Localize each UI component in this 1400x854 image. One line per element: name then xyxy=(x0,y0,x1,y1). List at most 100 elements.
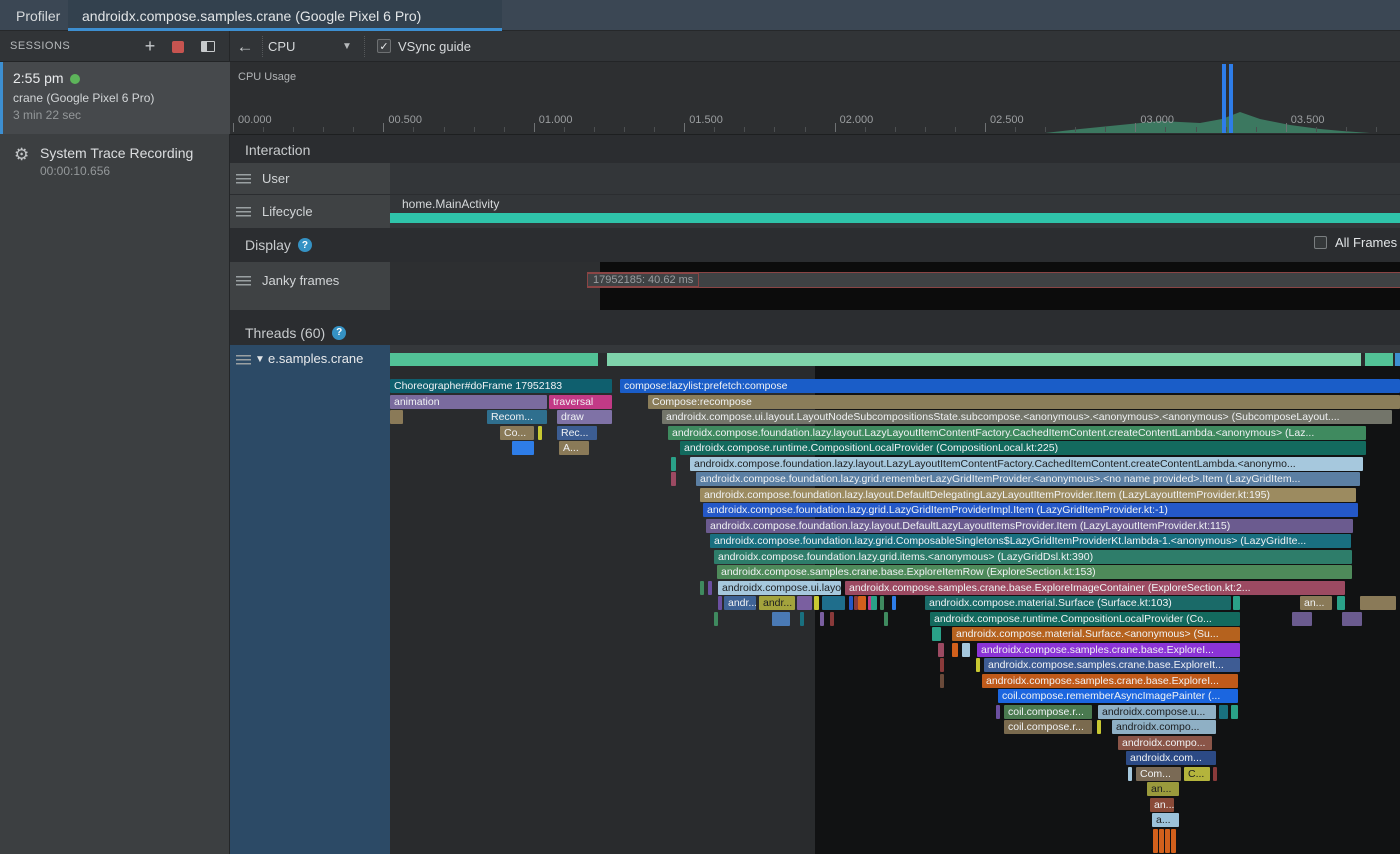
flame-segment[interactable]: androidx.compose.foundation.lazy.layout.… xyxy=(668,426,1366,440)
vsync-guide-checkbox[interactable]: ✓ xyxy=(377,39,391,53)
flame-segment-chip[interactable] xyxy=(820,612,824,626)
flame-segment-chip[interactable] xyxy=(932,627,941,641)
flame-segment-chip[interactable] xyxy=(700,581,704,595)
flame-segment-chip[interactable] xyxy=(1165,829,1170,853)
tab-profiler[interactable]: Profiler xyxy=(0,0,76,31)
flame-segment[interactable]: androidx.compose.foundation.lazy.grid.re… xyxy=(696,472,1360,486)
flame-segment-chip[interactable] xyxy=(976,658,980,672)
flame-segment[interactable]: A... xyxy=(559,441,589,455)
flame-segment-chip[interactable] xyxy=(1171,829,1176,853)
flame-segment-chip[interactable] xyxy=(1159,829,1164,853)
flame-segment[interactable]: traversal xyxy=(549,395,612,409)
flame-segment[interactable]: andr... xyxy=(724,596,756,610)
flame-segment[interactable]: coil.compose.r... xyxy=(1004,705,1092,719)
flame-segment-chip[interactable] xyxy=(797,596,812,610)
flame-segment[interactable]: androidx.com... xyxy=(1126,751,1216,765)
lifecycle-track-label[interactable]: Lifecycle xyxy=(230,195,390,228)
flame-segment[interactable]: androidx.compose.samples.crane.base.Expl… xyxy=(717,565,1352,579)
flame-segment-chip[interactable] xyxy=(772,612,790,626)
expand-triangle-icon[interactable]: ▼ xyxy=(255,354,265,365)
flame-segment[interactable]: androidx.compose.samples.crane.base.Expl… xyxy=(984,658,1240,672)
flame-segment[interactable]: androidx.compose.foundation.lazy.grid.Co… xyxy=(710,534,1351,548)
flame-segment-chip[interactable] xyxy=(830,612,834,626)
drag-handle-icon[interactable] xyxy=(236,207,251,218)
flame-segment[interactable]: androidx.compo... xyxy=(1112,720,1216,734)
flame-segment-chip[interactable] xyxy=(938,643,944,657)
thread-flame-chart[interactable]: Choreographer#doFrame 17952183compose:la… xyxy=(390,345,1400,854)
lifecycle-activity-bar[interactable] xyxy=(390,213,1400,223)
cpu-usage-track[interactable]: CPU Usage 00.00000.50001.00001.50002.000… xyxy=(230,62,1400,135)
flame-segment[interactable]: androidx.compose.runtime.CompositionLoca… xyxy=(680,441,1366,455)
flame-segment-chip[interactable] xyxy=(800,612,804,626)
flame-segment[interactable]: coil.compose.rememberAsyncImagePainter (… xyxy=(998,689,1238,703)
flame-segment-chip[interactable] xyxy=(1153,829,1158,853)
flame-segment[interactable]: androidx.compo... xyxy=(1118,736,1212,750)
collapse-panel-icon[interactable] xyxy=(196,31,220,62)
back-arrow-icon[interactable]: ← xyxy=(232,31,258,62)
thread-state-segment[interactable] xyxy=(1365,353,1393,366)
flame-segment[interactable]: Choreographer#doFrame 17952183 xyxy=(390,379,612,393)
flame-segment[interactable]: androidx.compose.ui.layout.LayoutNodeSub… xyxy=(662,410,1392,424)
flame-segment-chip[interactable] xyxy=(714,612,718,626)
recording-entry[interactable]: ⚙ System Trace Recording 00:00:10.656 xyxy=(0,134,230,182)
flame-segment-chip[interactable] xyxy=(940,658,944,672)
flame-segment[interactable]: androidx.compose.runtime.CompositionLoca… xyxy=(930,612,1240,626)
flame-segment[interactable]: Rec... xyxy=(557,426,597,440)
add-session-icon[interactable]: + xyxy=(138,31,162,62)
flame-segment-chip[interactable] xyxy=(1360,596,1396,610)
flame-segment-chip[interactable] xyxy=(1213,767,1217,781)
flame-segment-chip[interactable] xyxy=(708,581,712,595)
janky-track-label[interactable]: Janky frames xyxy=(230,262,390,310)
flame-segment-chip[interactable] xyxy=(871,596,877,610)
tab-session[interactable]: androidx.compose.samples.crane (Google P… xyxy=(68,0,502,31)
flame-segment-chip[interactable] xyxy=(512,441,534,455)
flame-segment-chip[interactable] xyxy=(884,612,888,626)
flame-segment-chip[interactable] xyxy=(1233,596,1240,610)
all-frames-checkbox[interactable] xyxy=(1314,236,1327,249)
drag-handle-icon[interactable] xyxy=(236,276,251,287)
flame-segment[interactable]: draw xyxy=(557,410,612,424)
flame-segment-chip[interactable] xyxy=(962,643,970,657)
flame-segment[interactable]: C... xyxy=(1184,767,1210,781)
flame-segment-chip[interactable] xyxy=(1337,596,1345,610)
flame-segment[interactable]: coil.compose.r... xyxy=(1004,720,1092,734)
flame-segment-chip[interactable] xyxy=(858,596,866,610)
flame-segment[interactable]: androidx.compose.samples.crane.base.Expl… xyxy=(845,581,1345,595)
thread-state-segment[interactable] xyxy=(1395,353,1400,366)
flame-segment[interactable]: androidx.compose.foundation.lazy.grid.La… xyxy=(703,503,1358,517)
flame-segment[interactable]: androidx.compose.material.Surface (Surfa… xyxy=(925,596,1231,610)
flame-segment[interactable]: androidx.compose.ui.layout.m... xyxy=(718,581,841,595)
dropdown-caret-icon[interactable]: ▼ xyxy=(342,31,358,62)
flame-segment-chip[interactable] xyxy=(814,596,819,610)
flame-segment[interactable]: androidx.compose.foundation.lazy.layout.… xyxy=(706,519,1353,533)
flame-segment-chip[interactable] xyxy=(1342,612,1362,626)
thread-label-panel[interactable]: ▼ e.samples.crane xyxy=(230,345,390,854)
user-track-label[interactable]: User xyxy=(230,163,390,194)
flame-segment-chip[interactable] xyxy=(718,596,722,610)
flame-segment[interactable]: animation xyxy=(390,395,547,409)
flame-segment-chip[interactable] xyxy=(1219,705,1228,719)
flame-segment[interactable]: an... xyxy=(1300,596,1332,610)
flame-segment-chip[interactable] xyxy=(1097,720,1101,734)
drag-handle-icon[interactable] xyxy=(236,355,251,366)
flame-segment-chip[interactable] xyxy=(822,596,845,610)
flame-segment-chip[interactable] xyxy=(940,674,944,688)
flame-segment[interactable]: a... xyxy=(1152,813,1179,827)
stop-recording-icon[interactable] xyxy=(166,31,190,62)
thread-state-segment[interactable] xyxy=(390,353,598,366)
drag-handle-icon[interactable] xyxy=(236,174,251,185)
flame-segment[interactable]: Com... xyxy=(1136,767,1181,781)
flame-segment[interactable]: Compose:recompose xyxy=(648,395,1400,409)
thread-state-segment[interactable] xyxy=(607,353,1361,366)
flame-segment-chip[interactable] xyxy=(671,457,676,471)
flame-segment[interactable]: an... xyxy=(1150,798,1174,812)
user-track-lane[interactable] xyxy=(390,163,1400,194)
flame-segment[interactable]: Co... xyxy=(500,426,534,440)
lifecycle-track-lane[interactable]: home.MainActivity xyxy=(390,195,1400,228)
flame-segment-chip[interactable] xyxy=(1231,705,1238,719)
flame-segment-chip[interactable] xyxy=(952,643,958,657)
flame-segment[interactable]: androidx.compose.u... xyxy=(1098,705,1216,719)
flame-segment-chip[interactable] xyxy=(1292,612,1312,626)
flame-segment[interactable]: androidx.compose.foundation.lazy.grid.it… xyxy=(714,550,1352,564)
help-icon[interactable]: ? xyxy=(298,238,312,252)
